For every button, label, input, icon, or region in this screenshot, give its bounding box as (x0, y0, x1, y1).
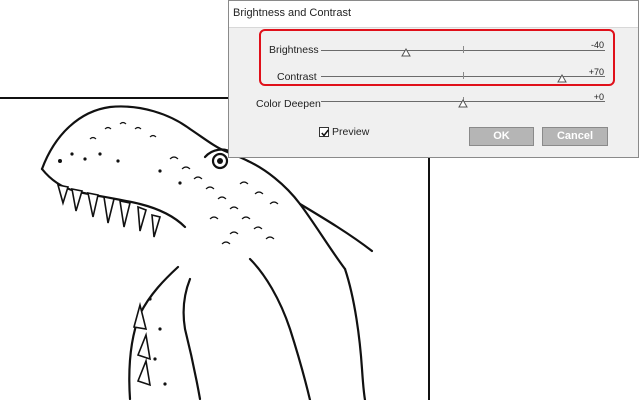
preview-checkbox[interactable] (319, 127, 329, 137)
preview-toggle[interactable]: Preview (319, 126, 369, 138)
dialog-titlebar[interactable]: Brightness and Contrast (229, 1, 638, 28)
brightness-slider-thumb[interactable] (401, 48, 412, 57)
cancel-button[interactable]: Cancel (542, 127, 608, 146)
brightness-value: -40 (590, 40, 604, 50)
contrast-label: Contrast (277, 71, 317, 83)
dialog-title: Brightness and Contrast (233, 7, 352, 19)
brightness-contrast-dialog: Brightness and Contrast Brightness -40 C… (228, 0, 639, 158)
contrast-center-tick (463, 72, 464, 79)
checkmark-icon (321, 129, 329, 137)
brightness-label: Brightness (269, 44, 319, 56)
color-deepen-label: Color Deepen (256, 98, 321, 110)
preview-label: Preview (332, 126, 370, 138)
brightness-center-tick (463, 46, 464, 53)
color-deepen-slider-thumb[interactable] (458, 99, 468, 108)
contrast-slider-thumb[interactable] (557, 74, 568, 83)
ok-button[interactable]: OK (469, 127, 534, 146)
